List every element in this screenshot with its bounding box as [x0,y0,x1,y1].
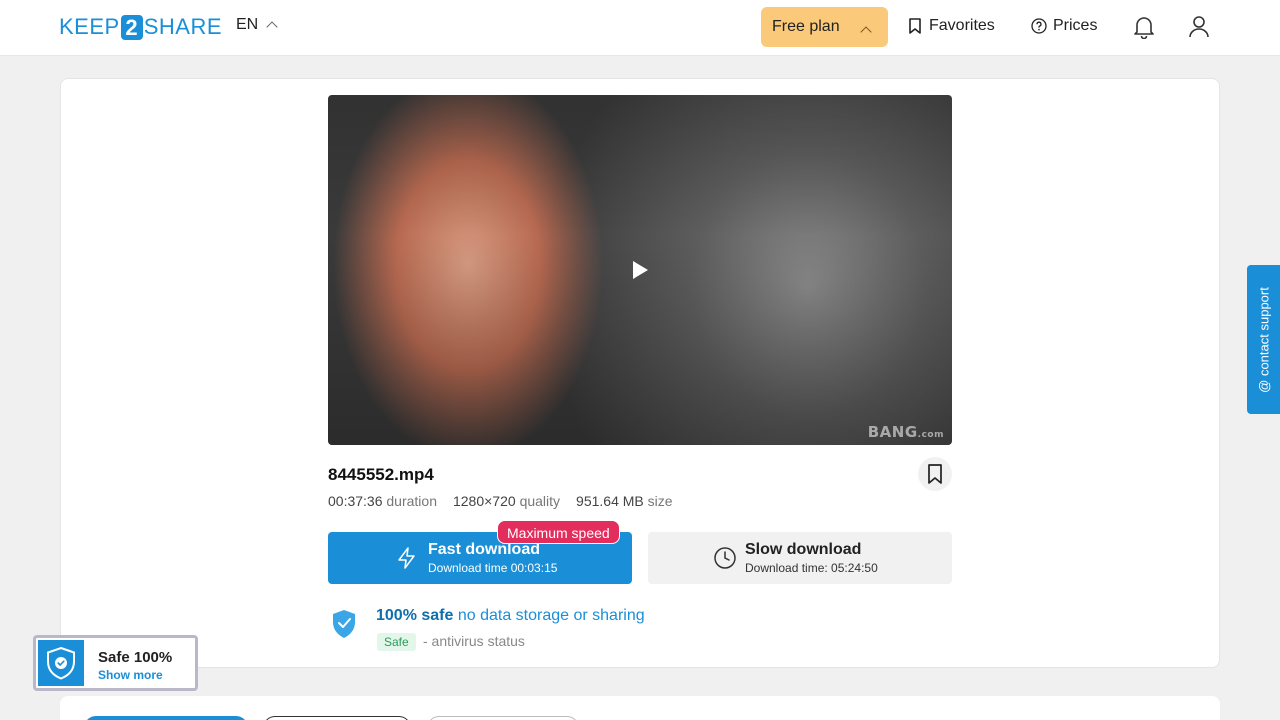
fast-download-time: Download time 00:03:15 [428,561,558,575]
slow-download-label: Slow download [745,541,862,558]
bookmark-icon [909,18,921,34]
file-size: 951.64 MB size [576,493,673,509]
file-name: 8445552.mp4 [328,465,434,484]
question-icon [1031,18,1047,34]
lower-tab-1[interactable] [84,716,248,720]
maximum-speed-badge: Maximum speed [497,520,620,544]
favorites-link[interactable]: Favorites [908,17,995,35]
lower-tab-3[interactable] [427,716,579,720]
file-meta: 00:37:36 duration 1280×720 quality 951.6… [328,493,673,509]
antivirus-status: - antivirus status [423,633,525,649]
chevron-up-icon [266,21,278,33]
duration: 00:37:36 duration [328,493,437,509]
safety-rest: no data storage or sharing [457,607,645,624]
safety-message: 100% safe no data storage or sharing [376,607,645,625]
safety-bold: 100% safe [376,607,454,624]
chevron-up-icon [860,26,872,38]
logo-two: 2 [120,14,143,40]
free-plan-button[interactable]: Free plan [761,7,888,47]
show-more-link[interactable]: Show more [98,668,163,682]
bell-icon[interactable] [1133,15,1155,39]
watermark-text: BANG [867,423,918,441]
lower-tab-2[interactable] [263,716,411,720]
contact-support-label: @ contact support [1256,286,1271,393]
favorites-label: Favorites [929,17,995,34]
safe-popup[interactable]: Safe 100% Show more [33,635,198,691]
shield-check-icon [47,646,75,680]
safe-badge: Safe [377,633,416,651]
logo-keep: KEEP [59,14,120,39]
quality: 1280×720 quality [452,493,561,509]
logo-share: SHARE [143,14,222,39]
clock-icon [714,547,736,569]
popup-icon-box [38,640,84,686]
shield-check-icon [333,610,355,638]
popup-title: Safe 100% [98,649,173,666]
slow-download-time: Download time: 05:24:50 [745,561,878,575]
user-icon[interactable] [1188,15,1210,39]
prices-label: Prices [1053,17,1098,34]
lightning-icon [398,547,415,569]
free-plan-label: Free plan [772,18,840,35]
logo[interactable]: KEEP 2 SHARE [59,14,222,40]
slow-download-button[interactable]: Slow download Download time: 05:24:50 [648,532,952,584]
contact-support-button[interactable]: @ contact support [1247,265,1280,414]
play-icon[interactable] [633,261,648,279]
prices-link[interactable]: Prices [1031,17,1097,35]
watermark-suffix: .com [917,430,944,440]
video-preview[interactable]: BANG.com [328,95,952,445]
bookmark-icon [928,464,942,484]
language-label: EN [236,16,259,33]
video-watermark: BANG.com [868,423,944,441]
add-favorite-button[interactable] [918,457,952,491]
top-header: KEEP 2 SHARE EN Free plan Favorites Pric… [0,0,1280,56]
language-selector[interactable]: EN [236,16,278,34]
